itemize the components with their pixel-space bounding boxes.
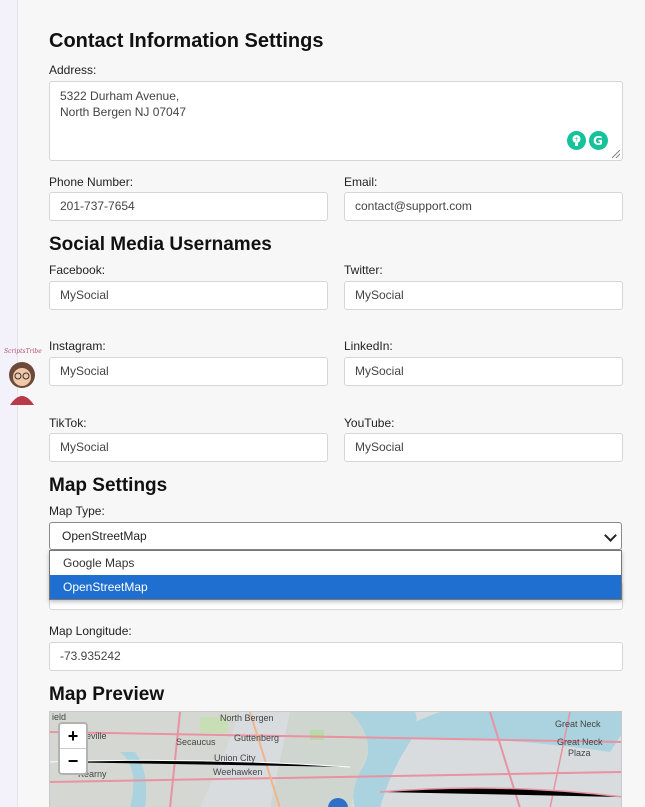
address-line-2: North Bergen NJ 07047	[60, 105, 187, 119]
map-type-label: Map Type:	[49, 504, 105, 518]
resize-handle-icon[interactable]	[612, 150, 620, 158]
map-label: Secaucus	[176, 737, 216, 747]
address-textarea[interactable]: 5322 Durham Avenue, North Bergen NJ 0704…	[49, 81, 623, 161]
address-line-1: 5322 Durham Avenue,	[60, 89, 180, 103]
option-google-maps[interactable]: Google Maps	[50, 551, 621, 575]
longitude-label: Map Longitude:	[49, 624, 132, 638]
map-label: Weehawken	[213, 767, 263, 777]
phone-label: Phone Number:	[49, 175, 134, 189]
zoom-out-button[interactable]: −	[60, 748, 86, 773]
avatar-caption: ScriptsTribe	[4, 348, 42, 355]
instagram-label: Instagram:	[49, 339, 106, 353]
svg-text:+: +	[574, 136, 579, 143]
grammarly-suggest-icon[interactable]: +	[567, 131, 586, 150]
map-label: eville	[86, 731, 107, 741]
zoom-control: + −	[58, 722, 88, 775]
longitude-input[interactable]: -73.935242	[49, 642, 623, 671]
map-settings-title: Map Settings	[49, 475, 168, 496]
facebook-label: Facebook:	[49, 263, 106, 277]
grammarly-icon[interactable]: G	[589, 131, 608, 150]
instagram-input[interactable]: MySocial	[49, 357, 328, 386]
youtube-label: YouTube:	[344, 416, 395, 430]
social-section-title: Social Media Usernames	[49, 234, 272, 255]
map-type-dropdown[interactable]: Google Maps OpenStreetMap	[49, 550, 622, 600]
facebook-input[interactable]: MySocial	[49, 281, 328, 310]
address-label: Address:	[49, 63, 97, 77]
zoom-in-button[interactable]: +	[60, 724, 86, 748]
email-label: Email:	[344, 175, 378, 189]
map-type-selected: OpenStreetMap	[62, 529, 147, 543]
linkedin-input[interactable]: MySocial	[344, 357, 623, 386]
map-label: Plaza	[568, 748, 591, 758]
avatar[interactable]: ScriptsTribe	[0, 345, 44, 409]
email-input[interactable]: contact@support.com	[344, 192, 623, 221]
page-title: Contact Information Settings	[49, 30, 324, 52]
map-preview-title: Map Preview	[49, 684, 165, 705]
map-label: Union City	[214, 753, 256, 763]
linkedin-label: LinkedIn:	[344, 339, 393, 353]
tiktok-label: TikTok:	[49, 416, 87, 430]
map-label: North Bergen	[220, 713, 274, 723]
map-label: ield	[52, 712, 67, 722]
youtube-input[interactable]: MySocial	[344, 433, 623, 462]
map-label: Guttenberg	[234, 733, 280, 743]
map-preview[interactable]: + − ield North Bergen Great Neck eville …	[49, 711, 622, 807]
map-label: Great Neck	[555, 719, 601, 729]
map-label: Great Neck	[557, 737, 603, 747]
twitter-label: Twitter:	[344, 263, 383, 277]
chevron-down-icon	[604, 529, 617, 542]
phone-input[interactable]: 201-737-7654	[49, 192, 328, 221]
map-type-select[interactable]: OpenStreetMap	[49, 522, 622, 550]
twitter-input[interactable]: MySocial	[344, 281, 623, 310]
tiktok-input[interactable]: MySocial	[49, 433, 328, 462]
svg-text:G: G	[593, 134, 603, 148]
option-openstreetmap[interactable]: OpenStreetMap	[50, 575, 621, 599]
